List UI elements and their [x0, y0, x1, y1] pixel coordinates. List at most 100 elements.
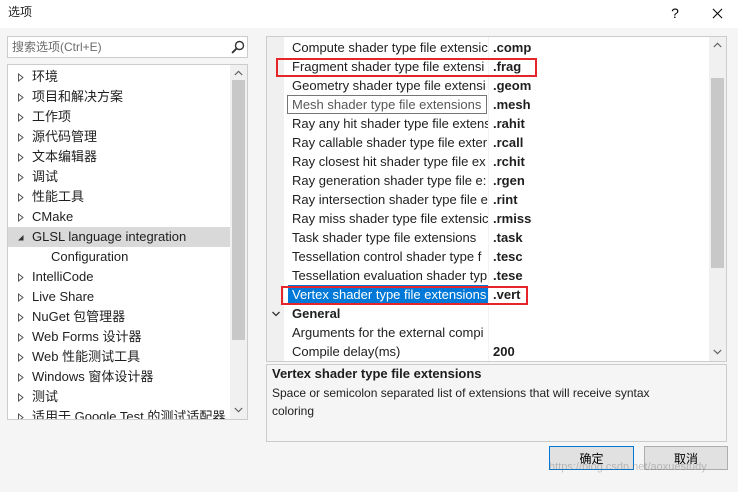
- options-tree: 环境 项目和解决方案 工作项 源代码管理 文本编辑器 调试 性能工具 CMake…: [7, 64, 248, 420]
- property-value[interactable]: .comp: [489, 38, 709, 57]
- tree-item-label: 测试: [32, 389, 59, 404]
- property-value[interactable]: .rahit: [489, 114, 709, 133]
- collapsed-arrow-icon[interactable]: [17, 413, 25, 420]
- collapsed-arrow-icon[interactable]: [17, 213, 25, 222]
- property-name: Ray any hit shader type file extens: [292, 116, 488, 131]
- property-row-compute-extensions[interactable]: Compute shader type file extensic .comp: [267, 38, 709, 57]
- tree-item-label: 源代码管理: [32, 129, 98, 144]
- close-button[interactable]: [696, 0, 738, 26]
- description-title: Vertex shader type file extensions: [272, 366, 482, 381]
- property-name: Ray generation shader type file e:: [292, 173, 487, 188]
- help-button[interactable]: ?: [652, 0, 698, 26]
- scroll-down-icon[interactable]: [234, 407, 243, 413]
- collapsed-arrow-icon[interactable]: [17, 73, 25, 82]
- property-row-compiler-arguments[interactable]: Arguments for the external compi: [267, 323, 709, 342]
- tree-item-environment[interactable]: 环境: [8, 67, 230, 87]
- property-value[interactable]: .rcall: [489, 133, 709, 152]
- description-text: Space or semicolon separated list of ext…: [272, 386, 650, 418]
- collapsed-arrow-icon[interactable]: [17, 193, 25, 202]
- collapsed-arrow-icon[interactable]: [17, 333, 25, 342]
- cancel-button[interactable]: 取消: [644, 446, 728, 470]
- property-value[interactable]: [489, 323, 709, 342]
- tree-item-test[interactable]: 测试: [8, 387, 230, 407]
- property-row-ray-generation-extensions[interactable]: Ray generation shader type file e: .rgen: [267, 171, 709, 190]
- property-row-task-extensions[interactable]: Task shader type file extensions .task: [267, 228, 709, 247]
- property-name: Vertex shader type file extensions: [288, 285, 488, 304]
- tree-scroll-thumb[interactable]: [232, 80, 245, 340]
- property-value[interactable]: .rgen: [489, 171, 709, 190]
- property-value[interactable]: .tese: [489, 266, 709, 285]
- collapsed-arrow-icon[interactable]: [17, 293, 25, 302]
- property-row-tess-evaluation-extensions[interactable]: Tessellation evaluation shader typ .tese: [267, 266, 709, 285]
- grid-scroll-thumb[interactable]: [711, 78, 724, 268]
- expanded-arrow-icon[interactable]: [17, 233, 25, 242]
- property-name: Task shader type file extensions: [292, 230, 477, 245]
- tree-item-debugging[interactable]: 调试: [8, 167, 230, 187]
- collapsed-arrow-icon[interactable]: [17, 93, 25, 102]
- property-value[interactable]: 200: [489, 342, 709, 361]
- tree-item-configuration[interactable]: Configuration: [8, 247, 230, 267]
- collapsed-arrow-icon[interactable]: [17, 153, 25, 162]
- property-value[interactable]: .task: [489, 228, 709, 247]
- scroll-up-icon[interactable]: [713, 42, 722, 48]
- collapsed-arrow-icon[interactable]: [17, 393, 25, 402]
- collapsed-arrow-icon[interactable]: [17, 373, 25, 382]
- tree-scrollbar[interactable]: [230, 65, 247, 419]
- property-row-tess-control-extensions[interactable]: Tessellation control shader type f .tesc: [267, 247, 709, 266]
- collapsed-arrow-icon[interactable]: [17, 273, 25, 282]
- ok-button[interactable]: 确定: [549, 446, 634, 470]
- property-name: Tessellation evaluation shader typ: [292, 268, 488, 283]
- property-value[interactable]: .frag: [489, 57, 709, 76]
- tree-item-label: 环境: [32, 69, 59, 84]
- property-row-ray-callable-extensions[interactable]: Ray callable shader type file exter .rca…: [267, 133, 709, 152]
- tree-item-label: GLSL language integration: [32, 229, 187, 244]
- collapsed-arrow-icon[interactable]: [17, 133, 25, 142]
- property-row-ray-intersection-extensions[interactable]: Ray intersection shader type file e .rin…: [267, 190, 709, 209]
- property-row-ray-any-hit-extensions[interactable]: Ray any hit shader type file extens .rah…: [267, 114, 709, 133]
- search-input[interactable]: [8, 37, 228, 57]
- help-icon: ?: [671, 5, 679, 21]
- property-row-ray-miss-extensions[interactable]: Ray miss shader type file extensic .rmis…: [267, 209, 709, 228]
- property-value[interactable]: .geom: [489, 76, 709, 95]
- property-name: Geometry shader type file extensi: [292, 78, 486, 93]
- tree-item-google-test-adapter[interactable]: 适用于 Google Test 的测试适配器: [8, 407, 230, 420]
- search-icon[interactable]: [231, 40, 245, 54]
- search-box: [7, 36, 248, 58]
- tree-item-windows-forms-designer[interactable]: Windows 窗体设计器: [8, 367, 230, 387]
- category-general[interactable]: General: [267, 304, 709, 323]
- collapsed-arrow-icon[interactable]: [17, 113, 25, 122]
- tree-item-web-forms-designer[interactable]: Web Forms 设计器: [8, 327, 230, 347]
- property-name: Ray intersection shader type file e: [292, 192, 488, 207]
- tree-item-work-items[interactable]: 工作项: [8, 107, 230, 127]
- tree-item-performance-tools[interactable]: 性能工具: [8, 187, 230, 207]
- scroll-up-icon[interactable]: [234, 70, 243, 76]
- tree-item-source-control[interactable]: 源代码管理: [8, 127, 230, 147]
- property-value[interactable]: .rmiss: [489, 209, 709, 228]
- property-value[interactable]: .rchit: [489, 152, 709, 171]
- property-value[interactable]: .mesh: [489, 95, 709, 114]
- tree-item-live-share[interactable]: Live Share: [8, 287, 230, 307]
- grid-scrollbar[interactable]: [709, 37, 726, 361]
- property-value[interactable]: .tesc: [489, 247, 709, 266]
- tree-item-glsl-language-integration[interactable]: GLSL language integration: [8, 227, 230, 247]
- property-value[interactable]: .rint: [489, 190, 709, 209]
- property-row-geometry-extensions[interactable]: Geometry shader type file extensi .geom: [267, 76, 709, 95]
- property-name: Arguments for the external compi: [292, 325, 484, 340]
- tree-item-web-performance-test-tools[interactable]: Web 性能测试工具: [8, 347, 230, 367]
- tree-item-text-editor[interactable]: 文本编辑器: [8, 147, 230, 167]
- property-value[interactable]: .vert: [489, 285, 709, 304]
- scroll-down-icon[interactable]: [713, 349, 722, 355]
- tree-item-intellicode[interactable]: IntelliCode: [8, 267, 230, 287]
- collapsed-arrow-icon[interactable]: [17, 313, 25, 322]
- tree-item-nuget-package-manager[interactable]: NuGet 包管理器: [8, 307, 230, 327]
- tree-item-projects-and-solutions[interactable]: 项目和解决方案: [8, 87, 230, 107]
- collapsed-arrow-icon[interactable]: [17, 353, 25, 362]
- chevron-down-icon[interactable]: [271, 309, 281, 319]
- property-row-ray-closest-hit-extensions[interactable]: Ray closest hit shader type file ex .rch…: [267, 152, 709, 171]
- property-row-vertex-extensions[interactable]: Vertex shader type file extensions .vert: [267, 285, 709, 304]
- collapsed-arrow-icon[interactable]: [17, 173, 25, 182]
- property-row-compile-delay[interactable]: Compile delay(ms) 200: [267, 342, 709, 361]
- tree-item-cmake[interactable]: CMake: [8, 207, 230, 227]
- tree-item-label: Windows 窗体设计器: [32, 369, 154, 384]
- property-row-fragment-extensions[interactable]: Fragment shader type file extensi .frag: [267, 57, 709, 76]
